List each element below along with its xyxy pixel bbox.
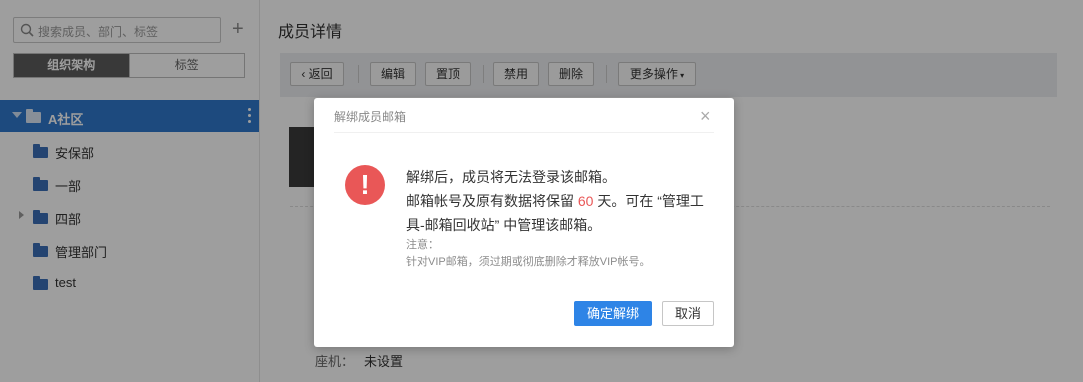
unbind-mailbox-dialog: 解绑成员邮箱 × ! 解绑后，成员将无法登录该邮箱。 邮箱帐号及原有数据将保留 …: [314, 98, 734, 347]
divider: [334, 132, 714, 133]
message-line-1: 解绑后，成员将无法登录该邮箱。: [406, 169, 616, 185]
dialog-note: 注意： 针对VIP邮箱，须过期或彻底删除才释放VIP帐号。: [406, 237, 650, 271]
note-text: 针对VIP邮箱，须过期或彻底删除才释放VIP帐号。: [406, 256, 651, 268]
cancel-button[interactable]: 取消: [662, 301, 714, 326]
note-title: 注意：: [406, 239, 439, 251]
confirm-unbind-button[interactable]: 确定解绑: [574, 301, 652, 326]
dialog-message: 解绑后，成员将无法登录该邮箱。 邮箱帐号及原有数据将保留 60 天。可在 “管理…: [406, 165, 706, 237]
retain-days: 60: [577, 193, 594, 209]
close-icon[interactable]: ×: [700, 107, 711, 125]
dialog-title: 解绑成员邮箱: [334, 110, 407, 124]
message-text: 邮箱帐号及原有数据将保留: [406, 193, 578, 209]
warning-icon: !: [345, 165, 385, 205]
message-line-2: 邮箱帐号及原有数据将保留 60 天。可在 “管理工具-邮箱回收站” 中管理该邮箱…: [406, 189, 706, 237]
